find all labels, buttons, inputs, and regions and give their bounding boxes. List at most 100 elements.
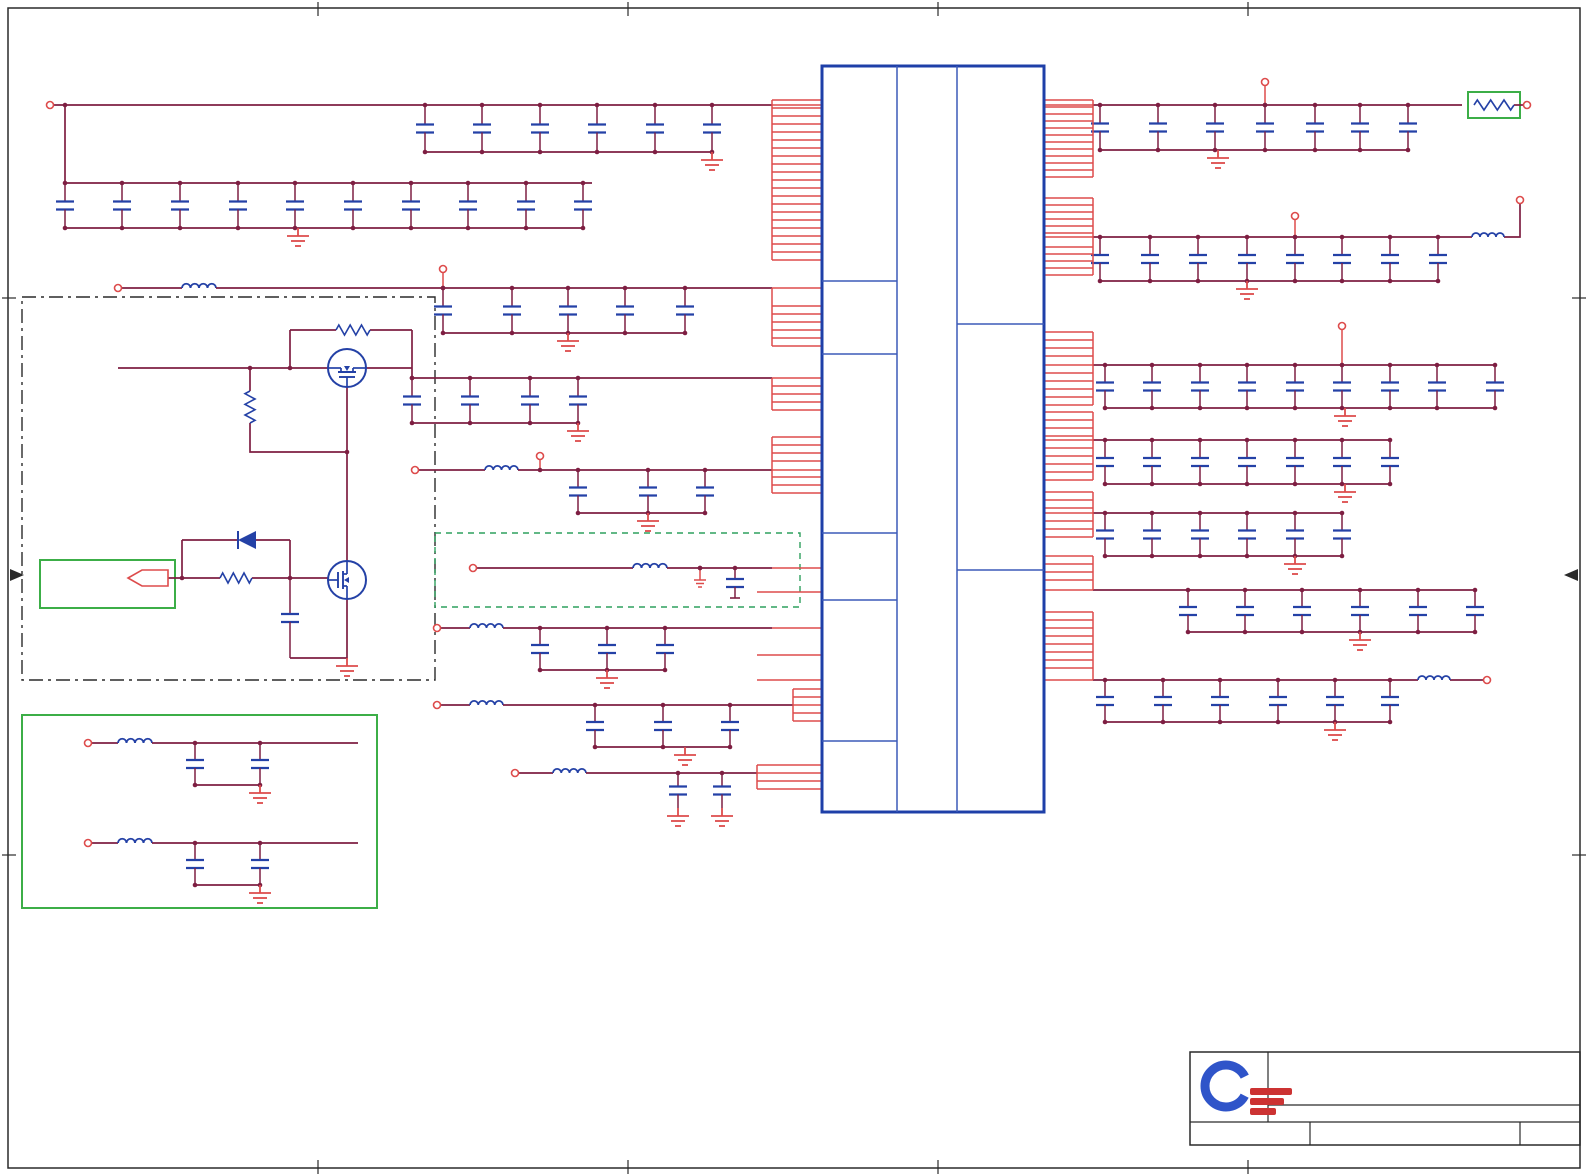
ic-pin-group-right: [1044, 197, 1094, 276]
resistor: [1473, 98, 1515, 112]
cap-bank-r5: [1093, 510, 1351, 575]
mosfet-q2: [327, 560, 367, 600]
junction-dot: [622, 285, 628, 291]
junction-dot: [247, 365, 253, 371]
ic-outline: [820, 64, 1046, 814]
junction-dot: [1197, 510, 1203, 516]
sheet-border: [7, 7, 1581, 1169]
inductor: [117, 737, 153, 744]
net-wire: [1504, 204, 1521, 238]
junction-dot: [1244, 234, 1250, 240]
junction-dot: [1197, 437, 1203, 443]
net-port: [83, 738, 93, 748]
junction-dot: [1405, 102, 1411, 108]
junction-dot: [1292, 362, 1298, 368]
logo-stripe-icon: [1250, 1088, 1292, 1095]
ic-pin-group-right: [1044, 331, 1094, 406]
cap-bank-r6: [1093, 587, 1484, 651]
junction-dot: [479, 102, 485, 108]
junction-dot: [235, 180, 241, 186]
junction-dot: [287, 365, 293, 371]
junction-dot: [604, 625, 610, 631]
net-port: [535, 451, 545, 461]
junction-dot: [1387, 234, 1393, 240]
junction-dot: [1149, 510, 1155, 516]
ic-pin-group-right: [1044, 555, 1094, 591]
ic-pin-group-left: [771, 377, 822, 411]
rf-filter-dashed-box: [434, 532, 801, 608]
junction-dot: [1147, 234, 1153, 240]
junction-dot: [1332, 677, 1338, 683]
logo-stripe-icon: [1250, 1098, 1284, 1105]
junction-dot: [652, 102, 658, 108]
cap-bank-l9: [510, 767, 757, 827]
junction-dot: [592, 702, 598, 708]
net-port: [410, 465, 420, 475]
cap-bank-r1: [1091, 77, 1462, 169]
filter-green-box: [21, 714, 378, 909]
junction-dot: [732, 565, 738, 571]
net-port: [1482, 675, 1492, 685]
junction-dot: [1195, 234, 1201, 240]
junction-dot: [727, 702, 733, 708]
junction-dot: [1292, 510, 1298, 516]
junction-dot: [580, 180, 586, 186]
junction-dot: [408, 180, 414, 186]
junction-dot: [1102, 362, 1108, 368]
junction-dot: [1292, 234, 1298, 240]
junction-dot: [1185, 587, 1191, 593]
junction-dot: [1217, 677, 1223, 683]
cap-bank-r3: [1093, 321, 1504, 427]
net-port: [1290, 211, 1300, 221]
net-port: [1260, 77, 1270, 87]
junction-dot: [1339, 362, 1345, 368]
junction-dot: [1149, 362, 1155, 368]
mosfet-arrow: [344, 577, 349, 583]
junction-dot: [594, 102, 600, 108]
ic-pin-group-left: [771, 287, 822, 347]
net-port: [432, 700, 442, 710]
junction-dot: [467, 375, 473, 381]
cap-bank-l7: [432, 622, 772, 689]
junction-dot: [119, 180, 125, 186]
cap-bank-r4: [1093, 437, 1399, 503]
junction-dot: [1415, 587, 1421, 593]
junction-dot: [192, 740, 198, 746]
cap-bank-l3: [113, 264, 772, 352]
title-block: [1189, 1051, 1581, 1146]
main-ic-block: [820, 64, 1046, 814]
diode-triangle: [238, 531, 256, 549]
junction-dot: [1275, 677, 1281, 683]
junction-dot: [523, 180, 529, 186]
junction-dot: [1387, 362, 1393, 368]
inductor: [469, 622, 504, 629]
junction-dot: [192, 840, 198, 846]
cap-bank-l2: [56, 180, 592, 247]
junction-dot: [62, 180, 68, 186]
junction-dot: [1244, 437, 1250, 443]
junction-dot: [1242, 587, 1248, 593]
junction-dot: [1357, 102, 1363, 108]
junction-dot: [62, 102, 68, 108]
company-logo: [1200, 1060, 1292, 1115]
junction-dot: [1160, 677, 1166, 683]
junction-dot: [1434, 362, 1440, 368]
junction-dot: [1244, 510, 1250, 516]
junction-dot: [344, 449, 350, 455]
inductor: [552, 767, 587, 774]
cap-bank-l1: [45, 100, 772, 171]
junction-dot: [537, 625, 543, 631]
junction-dot: [1387, 437, 1393, 443]
mosfet-arrow: [344, 366, 350, 371]
junction-dot: [1212, 102, 1218, 108]
inductor: [632, 562, 668, 569]
junction-dot: [1102, 510, 1108, 516]
title-block-outline: [1189, 1051, 1581, 1146]
cap-bank-l5: [410, 451, 772, 532]
cap-bank-r7: [1093, 677, 1418, 741]
junction-dot: [1197, 362, 1203, 368]
ic-pin-group-right: [1044, 491, 1094, 538]
junction-dot: [1097, 234, 1103, 240]
junction-dot: [350, 180, 356, 186]
junction-dot: [292, 180, 298, 186]
